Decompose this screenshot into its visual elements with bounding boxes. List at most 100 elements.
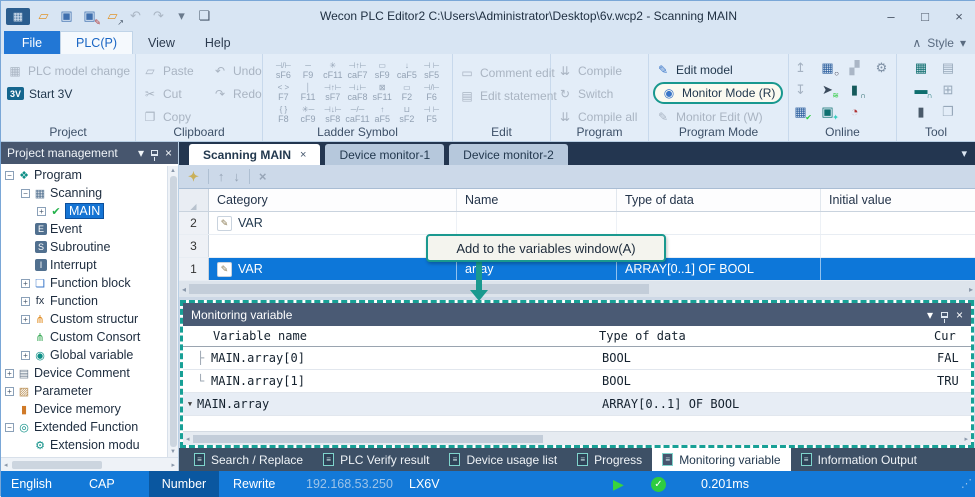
tree-expander-icon[interactable]: + (5, 387, 14, 396)
monitor-horizontal-scrollbar[interactable]: ◂ ▸ (183, 431, 971, 445)
tree-item[interactable]: + ◉ Global variable (1, 346, 178, 364)
tree-item[interactable]: + ▨ Parameter (1, 382, 178, 400)
trash-icon[interactable]: ▮∩ (845, 80, 864, 99)
monitor-variable-row[interactable]: └ MAIN.array[1] BOOL TRU (183, 370, 971, 393)
column-header-initial[interactable]: Initial value (821, 189, 975, 211)
tree-item[interactable]: + ▤ Device Comment (1, 364, 178, 382)
edit-model-button[interactable]: ✎Edit model (649, 58, 788, 81)
start-3v-button[interactable]: 3VStart 3V (1, 82, 135, 105)
scroll-down-icon[interactable]: ▼ (170, 449, 176, 455)
tree-item[interactable]: − ▦ Scanning (1, 184, 178, 202)
category-cell[interactable]: ✎VAR (209, 258, 457, 280)
lock-icon[interactable]: ▬∩ (912, 80, 931, 99)
switch-button[interactable]: ↻Switch (551, 82, 648, 105)
ladder-symbol-button[interactable]: ✳─cF9 (296, 103, 321, 125)
tree-item[interactable]: + fx Function (1, 292, 178, 310)
panel-close-icon[interactable]: × (956, 308, 963, 322)
undo-icon[interactable]: ↶ (126, 7, 145, 26)
tree-item[interactable]: I Interrupt (1, 256, 178, 274)
scroll-right-icon[interactable]: ▸ (969, 285, 973, 294)
bottom-tab[interactable]: ≡ Monitoring variable (652, 448, 790, 471)
plc-search-icon[interactable]: ▦○ (818, 58, 837, 77)
plc-model-change-button[interactable]: ▦PLC model change (1, 59, 135, 82)
bottom-tab[interactable]: ≡ Progress (567, 448, 652, 471)
tree-item[interactable]: − ❖ Program (1, 166, 178, 184)
tree-expander-icon[interactable]: + (37, 207, 46, 216)
row-number[interactable]: 3 (179, 235, 209, 257)
ladder-symbol-button[interactable]: { }F8 (271, 103, 296, 125)
tree-expander-icon[interactable]: + (21, 351, 30, 360)
collapse-ribbon-icon[interactable]: ∧ (912, 36, 921, 50)
download-icon[interactable]: ↧ (791, 80, 810, 99)
scroll-left-icon[interactable]: ◂ (182, 285, 186, 294)
tree-item[interactable]: S Subroutine (1, 238, 178, 256)
ladder-symbol-button[interactable]: ▭F2 (395, 81, 420, 103)
tab-file[interactable]: File (4, 31, 60, 54)
column-header-category[interactable]: Category (209, 189, 457, 211)
status-plc-model[interactable]: LX6V (409, 471, 440, 497)
category-cell[interactable]: ✎VAR (209, 212, 457, 234)
ladder-symbol-button[interactable]: ▭sF9 (370, 59, 395, 81)
tree-expander-icon[interactable] (21, 441, 30, 450)
tree-expander-icon[interactable]: + (21, 315, 30, 324)
tree-expander-icon[interactable] (5, 405, 14, 414)
monitor-mode-button[interactable]: ◉Monitor Mode (R) (653, 82, 783, 104)
tree-expander-icon[interactable]: − (5, 423, 14, 432)
ladder-symbol-button[interactable]: ↑aF5 (370, 103, 395, 125)
monitor-variable-row[interactable]: ▼ MAIN.array ARRAY[0..1] OF BOOL (183, 393, 971, 416)
move-up-icon[interactable]: ↑ (218, 169, 225, 184)
name-cell[interactable] (457, 212, 617, 234)
ladder-symbol-button[interactable]: ─F9 (296, 59, 321, 81)
panel-close-icon[interactable]: × (165, 146, 172, 160)
clock-icon[interactable]: ◔ (845, 102, 864, 121)
pages-icon[interactable]: ❐ (939, 102, 958, 121)
cut-button[interactable]: ✂Cut (136, 82, 206, 105)
delete-icon[interactable]: × (259, 169, 267, 184)
status-rewrite-mode[interactable]: Rewrite (233, 471, 275, 497)
undo-button[interactable]: ↶Undo (206, 59, 261, 82)
ladder-symbol-button[interactable]: ⊣↓⊢caF8 (345, 81, 370, 103)
tree-item[interactable]: + ✔ MAIN (1, 202, 178, 220)
style-caret-icon[interactable]: ▾ (960, 36, 966, 50)
ladder-symbol-button[interactable]: │F11 (296, 81, 321, 103)
scroll-right-icon[interactable]: ▸ (964, 435, 968, 443)
tree-horizontal-scrollbar[interactable]: ◂ ▸ (1, 457, 178, 471)
tree-expander-icon[interactable]: − (5, 171, 14, 180)
tab-help[interactable]: Help (190, 31, 246, 54)
plc-lock-icon[interactable]: ▦ (912, 58, 931, 77)
tab-close-icon[interactable]: × (300, 149, 306, 161)
corner-cell[interactable]: ◢ (179, 189, 209, 211)
tab-view[interactable]: View (133, 31, 190, 54)
document-tab[interactable]: Device monitor-2 (449, 144, 568, 165)
document-tab[interactable]: Device monitor-1 (325, 144, 444, 165)
ladder-symbol-button[interactable]: ↓caF5 (395, 59, 420, 81)
scroll-right-icon[interactable]: ▸ (171, 461, 175, 469)
status-ip-address[interactable]: 192.168.53.250 (306, 471, 393, 497)
monitor-variable-row[interactable]: ├ MAIN.array[0] BOOL FAL (183, 347, 971, 370)
thermometer-icon[interactable]: ▮ (912, 102, 931, 121)
status-language[interactable]: English (11, 471, 52, 497)
tree-expander-icon[interactable]: − (21, 189, 30, 198)
tree-item[interactable]: − ◎ Extended Function (1, 418, 178, 436)
upload-icon[interactable]: ↥ (791, 58, 810, 77)
chip-icon[interactable]: ▣✦ (818, 102, 837, 121)
bottom-tab[interactable]: ≡ Device usage list (439, 448, 567, 471)
compile-button[interactable]: ⇊Compile (551, 59, 648, 82)
column-header-variable-name[interactable]: Variable name (183, 329, 599, 343)
comment-edit-button[interactable]: ▭Comment edit (453, 61, 550, 84)
tree-expander-icon[interactable] (21, 261, 30, 270)
pin-icon[interactable] (941, 312, 948, 318)
document-tab[interactable]: Scanning MAIN × (189, 144, 320, 165)
close-button[interactable]: × (942, 3, 975, 29)
open-file-icon[interactable]: ▱ (34, 7, 53, 26)
scroll-left-icon[interactable]: ◂ (186, 435, 190, 443)
qat-more-icon[interactable]: ▾ (172, 7, 191, 26)
tree-expander-icon[interactable]: + (5, 369, 14, 378)
plc-verify-icon[interactable]: ▦✔ (791, 102, 810, 121)
redo-button[interactable]: ↷Redo (206, 82, 261, 105)
tree-expander-icon[interactable] (21, 243, 30, 252)
communication-settings-icon[interactable]: ⚙ (872, 58, 891, 77)
pin-icon[interactable] (151, 150, 158, 156)
bottom-tab[interactable]: ≡ PLC Verify result (313, 448, 439, 471)
ladder-symbol-button[interactable]: < >F7 (271, 81, 296, 103)
